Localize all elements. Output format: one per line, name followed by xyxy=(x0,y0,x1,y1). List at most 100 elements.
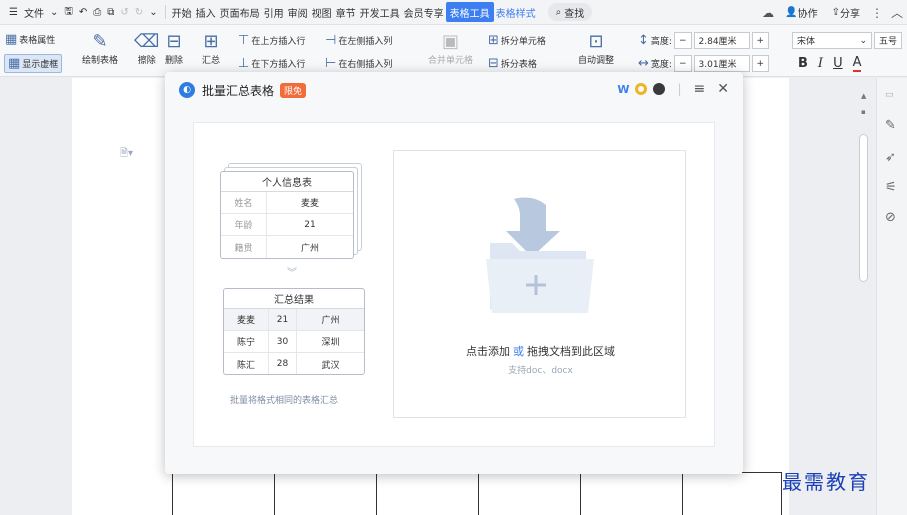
undo-history-icon[interactable]: ↶ xyxy=(76,2,90,22)
underline-button[interactable]: U xyxy=(833,56,843,71)
split-cells-icon: ⊞ xyxy=(488,33,499,48)
dropdown-icon: ⌄ xyxy=(859,35,867,46)
tab-developer[interactable]: 开发工具 xyxy=(358,2,402,22)
menu-icon[interactable]: ≡ xyxy=(694,81,706,97)
split-cells-button[interactable]: ⊞ 拆分单元格 xyxy=(488,33,546,48)
quick-access-dropdown-icon[interactable]: ⌄ xyxy=(146,2,160,22)
autofit-label: 自动调整 xyxy=(578,56,615,66)
undo-icon[interactable]: ↺ xyxy=(117,2,131,22)
font-style-controls: B I U A xyxy=(798,55,862,72)
row-height-input[interactable]: 2.84厘米 xyxy=(693,32,750,49)
merge-cells-label: 合并单元格 xyxy=(428,56,474,66)
table-row: 年龄 21 xyxy=(221,214,353,236)
erase-button[interactable]: ⌫ 擦除 xyxy=(134,31,159,66)
insert-col-right-button[interactable]: ⊢ 在右侧插入列 xyxy=(325,56,392,71)
summary-button[interactable]: ⊞ 汇总 xyxy=(202,31,220,66)
cell-age: 28 xyxy=(269,353,297,374)
dialog-header-actions: W | ≡ ✕ xyxy=(617,81,729,97)
height-decrement[interactable]: − xyxy=(673,32,692,49)
height-increment[interactable]: + xyxy=(751,32,770,49)
file-menu[interactable]: 文件 xyxy=(21,2,47,22)
scroll-up-icon[interactable]: ▲ xyxy=(861,92,866,100)
hamburger-menu-icon[interactable]: ☰ xyxy=(6,2,21,22)
sliders-icon[interactable]: ⚟ xyxy=(885,180,897,195)
tab-home[interactable]: 开始 xyxy=(170,2,194,22)
insert-col-left-button[interactable]: ⊣ 在左侧插入列 xyxy=(325,33,392,48)
delete-label: 删除 xyxy=(165,56,184,66)
tab-member[interactable]: 会员专享 xyxy=(402,2,446,22)
font-color-button[interactable]: A xyxy=(852,55,862,72)
tab-table-style[interactable]: 表格样式 xyxy=(494,2,538,22)
header-divider: | xyxy=(677,82,682,96)
tab-page-layout[interactable]: 页面布局 xyxy=(218,2,262,22)
source-table-title: 个人信息表 xyxy=(221,172,353,192)
collapse-ribbon-icon[interactable]: ︿ xyxy=(891,4,903,21)
table-properties-button[interactable]: ▦ 表格属性 xyxy=(5,32,55,47)
col-width-input[interactable]: 3.01厘米 xyxy=(693,55,750,72)
collab-button[interactable]: 👤 协作 xyxy=(782,3,820,23)
user-icon: 👤 xyxy=(785,7,798,18)
document-table[interactable] xyxy=(172,472,782,515)
font-name-value: 宋体 xyxy=(797,37,816,47)
vertical-scrollbar-thumb[interactable] xyxy=(859,134,868,282)
badge-icon[interactable] xyxy=(653,83,666,95)
tab-chapter[interactable]: 章节 xyxy=(334,2,358,22)
result-table-title: 汇总结果 xyxy=(224,289,364,309)
table-row: 姓名 麦麦 xyxy=(221,192,353,214)
tab-review[interactable]: 审阅 xyxy=(286,2,310,22)
folder-upload-icon xyxy=(486,197,594,313)
help-icon[interactable]: ⊘ xyxy=(885,210,896,225)
search-label: 查找 xyxy=(564,8,585,20)
search-button[interactable]: ⌕ 查找 xyxy=(547,3,593,21)
collab-label: 协作 xyxy=(797,9,818,20)
insert-row-above-button[interactable]: ⊤ 在上方插入行 xyxy=(238,33,305,48)
italic-button[interactable]: I xyxy=(818,56,823,71)
row-height-label: 高度: xyxy=(650,37,672,47)
redo-icon[interactable]: ↻ xyxy=(132,2,146,22)
show-gridlines-toggle[interactable]: ▦ 显示虚框 xyxy=(4,54,63,73)
draw-table-button[interactable]: ✎ 绘制表格 xyxy=(82,31,118,66)
dialog-title: 批量汇总表格 xyxy=(202,83,275,98)
width-decrement[interactable]: − xyxy=(673,55,692,72)
cell-place: 深圳 xyxy=(321,338,340,348)
print-icon[interactable]: ⎙ xyxy=(90,2,104,22)
delete-button[interactable]: ⊟ 删除 xyxy=(165,31,183,66)
save-icon[interactable]: 🖫 xyxy=(61,2,76,22)
click-add-link[interactable]: 点击添加 xyxy=(466,345,510,358)
batch-summary-dialog: ◐ 批量汇总表格 限免 W | ≡ ✕ 个人信息表 姓名 麦麦 年龄 21 籍贯 广州… xyxy=(165,72,743,474)
drag-instruction: 拖拽文档到此区域 xyxy=(527,345,615,358)
font-name-select[interactable]: 宋体 ⌄ xyxy=(792,32,872,49)
vip-w-icon[interactable]: W xyxy=(617,83,629,96)
font-size-select[interactable]: 五号 xyxy=(874,32,902,49)
col-width-icon: ↔ xyxy=(638,56,649,71)
autofit-button[interactable]: ⊡ 自动调整 xyxy=(578,31,614,66)
tab-insert[interactable]: 插入 xyxy=(194,2,218,22)
tab-table-tools[interactable]: 表格工具 xyxy=(445,2,494,22)
preview-icon[interactable]: ⧉ xyxy=(104,2,117,22)
width-increment[interactable]: + xyxy=(751,55,770,72)
paragraph-options-icon[interactable]: 🗎▾ xyxy=(120,146,133,163)
table-properties-icon: ▦ xyxy=(5,32,18,47)
insert-row-below-button[interactable]: ⊥ 在下方插入行 xyxy=(238,56,305,71)
app-logo-icon: ◐ xyxy=(179,82,195,98)
merge-cells-button[interactable]: ▣ 合并单元格 xyxy=(428,31,473,66)
tab-references[interactable]: 引用 xyxy=(262,2,286,22)
pen-icon[interactable]: ✎ xyxy=(885,118,896,133)
share-button[interactable]: ⇪ 分享 xyxy=(829,3,863,23)
close-icon[interactable]: ✕ xyxy=(717,81,729,97)
file-drop-zone[interactable]: 点击添加或拖拽文档到此区域 支持doc、docx xyxy=(393,150,686,418)
cloud-sync-icon[interactable]: ☁ xyxy=(762,6,774,20)
coin-icon[interactable] xyxy=(635,83,648,95)
chevron-down-icon[interactable]: ⌄ xyxy=(47,2,61,22)
table-row: 籍贯 广州 xyxy=(221,236,353,258)
sidebar-collapse-icon[interactable]: ▭ xyxy=(885,90,894,100)
bold-button[interactable]: B xyxy=(798,56,808,71)
draw-table-label: 绘制表格 xyxy=(82,56,119,66)
insert-left-label: 在左侧插入列 xyxy=(338,37,393,47)
insert-below-icon: ⊥ xyxy=(238,56,250,71)
cursor-icon[interactable]: ➶ xyxy=(885,150,896,165)
more-icon[interactable]: ⋮ xyxy=(871,6,883,20)
tab-view[interactable]: 视图 xyxy=(310,2,334,22)
row-height-icon: ↕ xyxy=(638,33,649,48)
split-table-button[interactable]: ⊟ 拆分表格 xyxy=(488,56,537,71)
